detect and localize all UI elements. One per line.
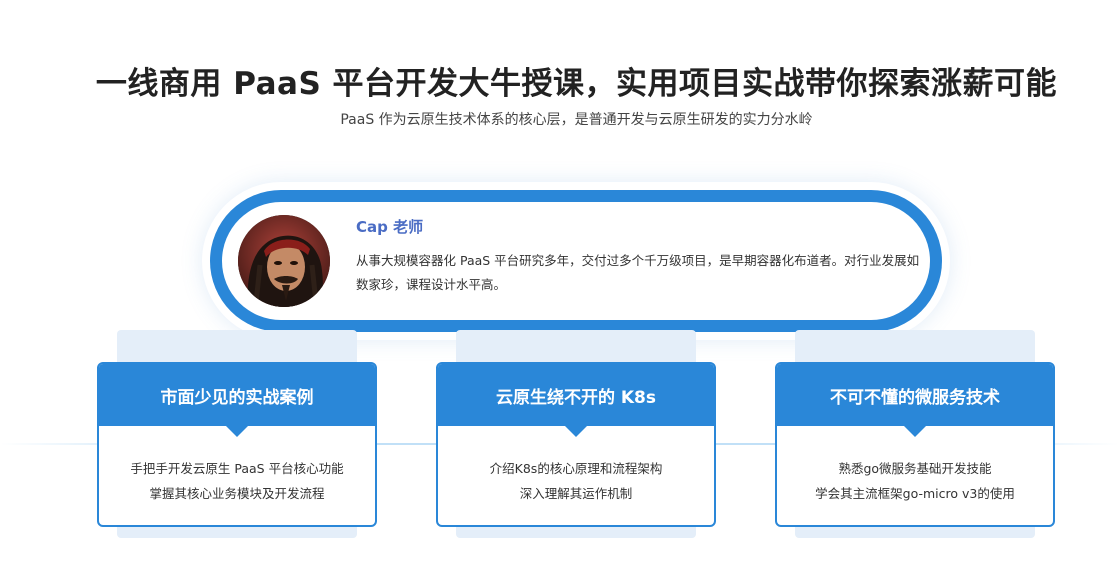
card-line: 介绍K8s的核心原理和流程架构 [489,461,663,476]
card-notch [565,426,587,437]
avatar-portrait-icon [238,215,330,307]
card-line: 深入理解其运作机制 [519,486,633,501]
teacher-pill-inner: Cap 老师 从事大规模容器化 PaaS 平台研究多年，交付过多个千万级项目，是… [222,202,930,320]
card-title: 市面少见的实战案例 [160,387,314,408]
feature-card-k8s: 云原生绕不开的 K8s 介绍K8s的核心原理和流程架构 深入理解其运作机制 [436,362,716,527]
card-line: 手把手开发云原生 PaaS 平台核心功能 [130,461,344,476]
page-title: 一线商用 PaaS 平台开发大牛授课，实用项目实战带你探索涨薪可能 [95,66,1058,102]
page-subtitle: PaaS 作为云原生技术体系的核心层，是普通开发与云原生研发的实力分水岭 [340,112,813,128]
card-line: 学会其主流框架go-micro v3的使用 [815,486,1015,501]
card-notch [226,426,248,437]
card-title: 不可不懂的微服务技术 [830,387,1000,408]
teacher-description: 从事大规模容器化 PaaS 平台研究多年，交付过多个千万级项目，是早期容器化布道… [356,253,920,292]
teacher-avatar [238,215,330,307]
card-body: 熟悉go微服务基础开发技能 学会其主流框架go-micro v3的使用 [777,426,1053,506]
card-line: 熟悉go微服务基础开发技能 [838,461,992,476]
card-body: 介绍K8s的核心原理和流程架构 深入理解其运作机制 [438,426,714,506]
feature-card-microservices: 不可不懂的微服务技术 熟悉go微服务基础开发技能 学会其主流框架go-micro… [775,362,1055,527]
card-header: 市面少见的实战案例 [99,364,375,437]
card-body: 手把手开发云原生 PaaS 平台核心功能 掌握其核心业务模块及开发流程 [99,426,375,506]
card-title: 云原生绕不开的 K8s [495,387,657,408]
card-header: 云原生绕不开的 K8s [438,364,714,437]
card-notch [904,426,926,437]
feature-card-cases: 市面少见的实战案例 手把手开发云原生 PaaS 平台核心功能 掌握其核心业务模块… [97,362,377,527]
teacher-name: Cap 老师 [356,218,424,236]
teacher-pill: Cap 老师 从事大规模容器化 PaaS 平台研究多年，交付过多个千万级项目，是… [210,190,942,332]
card-header: 不可不懂的微服务技术 [777,364,1053,437]
card-line: 掌握其核心业务模块及开发流程 [149,486,325,501]
